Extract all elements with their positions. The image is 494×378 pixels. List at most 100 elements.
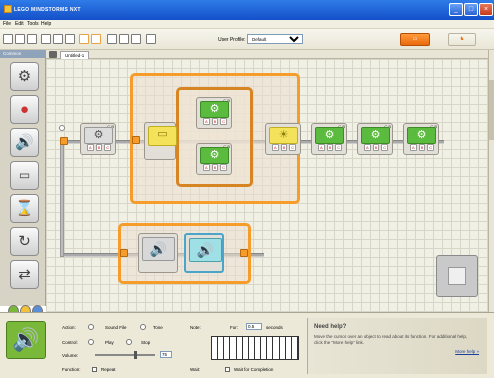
motor-icon: ⚙ xyxy=(200,147,229,164)
play-radio[interactable] xyxy=(88,339,94,345)
nav-center-icon[interactable] xyxy=(448,267,466,285)
sound-icon: 🔊 xyxy=(189,238,222,262)
loop-port xyxy=(132,136,140,144)
toolbar: User Profile: Default ▭ ♞ xyxy=(0,29,494,50)
volume-slider-thumb[interactable] xyxy=(134,351,137,359)
motor-block[interactable]: C B ⚙ ABC xyxy=(196,143,232,175)
sound-block[interactable]: 🔊 xyxy=(138,233,178,273)
tone-radio[interactable] xyxy=(140,324,146,330)
more-help-link[interactable]: More help » xyxy=(455,349,479,354)
nxt-brick-button[interactable]: ▭ xyxy=(400,33,430,46)
program-tab[interactable]: Untitled-1 xyxy=(60,51,90,59)
scroll-thumb[interactable] xyxy=(489,80,494,140)
paste-icon[interactable] xyxy=(65,34,75,44)
record-play-block-icon[interactable]: ● xyxy=(10,95,39,124)
sound-block-selected[interactable]: 🔊 xyxy=(184,233,224,273)
note-for-label: For: xyxy=(230,325,239,330)
motor-block[interactable]: C B ⚙ ABC xyxy=(311,123,347,155)
motor-icon: ⚙ xyxy=(84,127,113,144)
repeat-label: Repeat xyxy=(101,367,116,372)
copy-icon[interactable] xyxy=(53,34,63,44)
program-canvas[interactable]: ▭ C B ⚙ ABC C B ⚙ ABC C B ⚙ ABC ☀ ABC C … xyxy=(46,59,488,312)
loop-block-icon[interactable]: ↻ xyxy=(10,227,39,256)
program-tab-bar: Untitled-1 xyxy=(46,50,488,59)
piano-keyboard[interactable] xyxy=(211,336,299,360)
new-file-icon[interactable] xyxy=(3,34,13,44)
switch-block-icon[interactable]: ⇄ xyxy=(10,260,39,289)
undo-icon[interactable] xyxy=(79,34,89,44)
help-text: Move the cursor over an object to read a… xyxy=(314,334,468,345)
motor-block[interactable]: C B ⚙ ABC xyxy=(80,123,116,155)
sound-icon: 🔊 xyxy=(142,237,175,261)
function-label: Function: xyxy=(62,367,81,372)
user-profile-select[interactable]: Default xyxy=(247,34,303,44)
menu-file[interactable]: File xyxy=(3,21,11,27)
lamp-block[interactable]: ☀ ABC xyxy=(265,123,301,155)
help-panel: Need help? Move the cursor over an objec… xyxy=(307,318,487,374)
home-icon[interactable] xyxy=(49,51,57,58)
pan-icon[interactable] xyxy=(119,34,129,44)
sound-file-radio[interactable] xyxy=(88,324,94,330)
title-bar: LEGO MINDSTORMS NXT _ □ × xyxy=(0,0,494,20)
display-block-icon[interactable]: ▭ xyxy=(10,161,39,190)
start-beam xyxy=(60,140,64,257)
menu-help[interactable]: Help xyxy=(41,21,51,27)
sound-file-label: Sound File xyxy=(105,325,127,330)
close-button[interactable]: × xyxy=(479,3,493,16)
motor-block[interactable]: C B ⚙ ABC xyxy=(196,97,232,129)
stop-radio[interactable] xyxy=(126,339,132,345)
redo-icon[interactable] xyxy=(91,34,101,44)
play-label: Play xyxy=(105,340,114,345)
help-title: Need help? xyxy=(314,324,347,330)
motor-block[interactable]: C B ⚙ ABC xyxy=(403,123,439,155)
start-point xyxy=(60,137,68,145)
window-title: LEGO MINDSTORMS NXT xyxy=(14,7,81,13)
switch-block[interactable]: ▭ xyxy=(144,122,177,160)
save-icon[interactable] xyxy=(27,34,37,44)
motor-icon: ⚙ xyxy=(315,127,344,144)
stop-label: Stop xyxy=(141,340,151,345)
volume-label: Volume: xyxy=(62,353,79,358)
palette-header: Common xyxy=(0,50,46,58)
custom-palette-icon[interactable] xyxy=(146,34,156,44)
action-label: Action: xyxy=(62,325,76,330)
seconds-label: seconds xyxy=(266,325,283,330)
cut-icon[interactable] xyxy=(41,34,51,44)
note-duration-input[interactable]: 0.5 xyxy=(246,323,262,330)
pointer-icon[interactable] xyxy=(107,34,117,44)
wait-completion-checkbox[interactable] xyxy=(225,367,230,372)
sequence-plug xyxy=(59,125,65,131)
control-label: Control: xyxy=(62,340,78,345)
wait-label: Wait: xyxy=(190,367,201,372)
switch-icon: ▭ xyxy=(148,126,177,146)
light-icon: ☀ xyxy=(269,127,298,144)
note-label: Note: xyxy=(190,325,201,330)
motor-icon: ⚙ xyxy=(361,127,390,144)
navigation-control[interactable] xyxy=(436,255,478,297)
motor-icon: ⚙ xyxy=(200,101,229,118)
app-icon xyxy=(4,5,12,13)
wait-block-icon[interactable]: ⌛ xyxy=(10,194,39,223)
user-profile-label: User Profile: xyxy=(218,37,246,43)
block-palette: ⚙ ● 🔊 ▭ ⌛ ↻ ⇄ xyxy=(0,58,46,306)
motor-block[interactable]: C B ⚙ ABC xyxy=(357,123,393,155)
menu-edit[interactable]: Edit xyxy=(15,21,24,27)
volume-slider[interactable] xyxy=(95,351,155,359)
comment-icon[interactable] xyxy=(131,34,141,44)
motor-icon: ⚙ xyxy=(407,127,436,144)
robot-icon[interactable]: ♞ xyxy=(448,33,476,46)
open-icon[interactable] xyxy=(15,34,25,44)
repeat-checkbox[interactable] xyxy=(92,367,97,372)
motor-block-icon[interactable]: ⚙ xyxy=(10,62,39,91)
loop-port xyxy=(240,249,248,257)
minimize-button[interactable]: _ xyxy=(449,3,463,16)
loop-port xyxy=(120,249,128,257)
wait-completion-label: Wait for Completion xyxy=(234,367,274,372)
selected-block-sound-icon: 🔊 xyxy=(6,321,46,359)
canvas-scrollbar[interactable] xyxy=(488,50,494,312)
maximize-button[interactable]: □ xyxy=(464,3,478,16)
volume-input[interactable]: 75 xyxy=(160,351,172,358)
sound-block-icon[interactable]: 🔊 xyxy=(10,128,39,157)
menu-tools[interactable]: Tools xyxy=(27,21,39,27)
tone-label: Tone xyxy=(153,325,163,330)
